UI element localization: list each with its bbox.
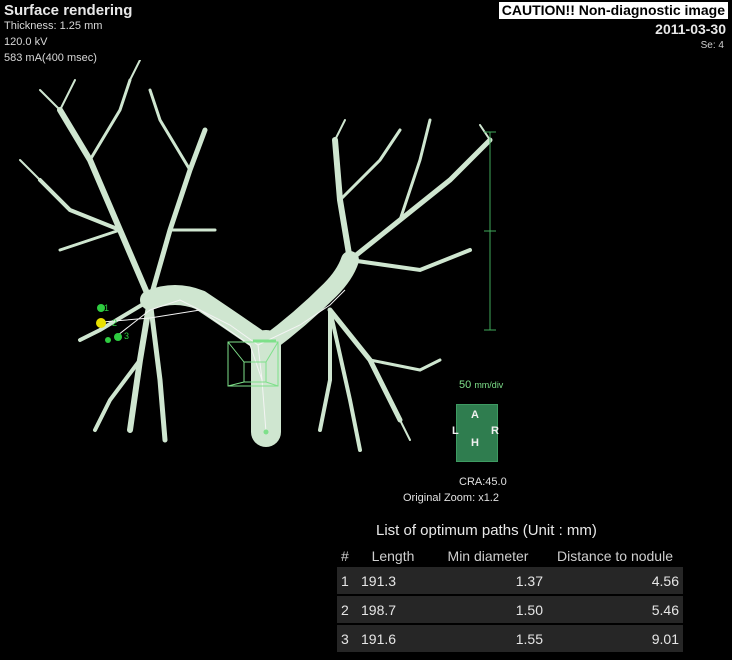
row-distance: 5.46 <box>547 594 683 624</box>
marker-2-label: 2 <box>112 318 117 328</box>
thickness-label: Thickness: 1.25 mm <box>4 20 103 32</box>
row-length: 191.3 <box>361 572 397 589</box>
airway-rendering[interactable]: 1 2 3 <box>0 60 732 480</box>
orientation-left-label: L <box>452 425 459 437</box>
table-row[interactable]: 3 191.6 1.55 9.01 <box>337 623 683 652</box>
marker-2-dot[interactable] <box>105 337 111 343</box>
row-index: 1 <box>341 572 349 589</box>
row-length: 198.7 <box>357 594 429 624</box>
scale-label: 50 mm/div <box>459 379 503 391</box>
paths-table-header: # Length Min diameter Distance to nodule <box>337 545 683 567</box>
scale-ruler <box>484 131 496 331</box>
orientation-right-label: R <box>491 425 499 437</box>
view-title: Surface rendering <box>4 2 133 19</box>
cra-label: CRA:45.0 <box>459 476 507 488</box>
orientation-cube[interactable]: A L R H <box>452 404 499 462</box>
row-index: 2 <box>337 594 357 624</box>
row-length: 191.6 <box>357 623 429 652</box>
orientation-bottom-label: H <box>471 437 479 449</box>
airway-tree <box>19 60 493 452</box>
table-row[interactable]: 2 198.7 1.50 5.46 <box>337 594 683 624</box>
scale-unit: mm/div <box>474 380 504 390</box>
row-distance: 4.56 <box>651 572 679 589</box>
col-header-distance: Distance to nodule <box>557 548 673 564</box>
series-label: Se: 4 <box>700 40 724 51</box>
zoom-label: Original Zoom: x1.2 <box>403 492 499 504</box>
row-distance: 9.01 <box>547 623 683 652</box>
marker-3-label: 3 <box>124 331 129 341</box>
table-row[interactable]: 1 191.3 1.37 4.56 <box>337 567 683 595</box>
col-header-index: # <box>341 548 349 564</box>
paths-table-title: List of optimum paths (Unit : mm) <box>376 522 597 539</box>
row-min-diameter: 1.50 <box>429 594 547 624</box>
path-origin-dot <box>263 429 269 435</box>
paths-table: # Length Min diameter Distance to nodule… <box>337 545 683 652</box>
col-header-length: Length <box>371 548 415 564</box>
scale-value: 50 <box>459 379 472 391</box>
row-index: 3 <box>337 623 357 652</box>
orientation-top-label: A <box>471 409 479 421</box>
row-min-diameter: 1.55 <box>429 623 547 652</box>
voltage-label: 120.0 kV <box>4 36 48 48</box>
col-header-min-diameter: Min diameter <box>447 548 529 564</box>
study-date: 2011-03-30 <box>655 21 726 37</box>
nodule-marker[interactable] <box>96 318 106 328</box>
row-min-diameter: 1.37 <box>515 572 543 589</box>
caution-banner: CAUTION!! Non-diagnostic image <box>498 2 728 19</box>
marker-3-dot[interactable] <box>114 333 122 341</box>
marker-1-label: 1 <box>104 303 109 313</box>
